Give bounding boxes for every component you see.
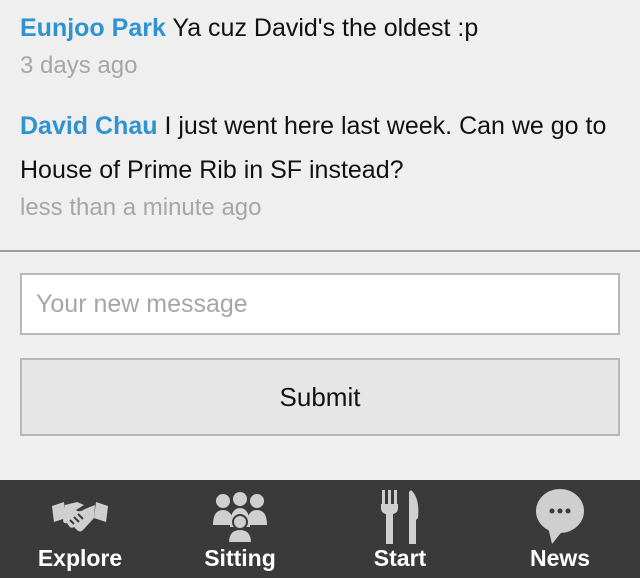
tab-start[interactable]: Start: [320, 480, 480, 578]
tab-sitting[interactable]: Sitting: [160, 480, 320, 578]
tab-label: Explore: [37, 545, 123, 571]
message-body: David Chau I just went here last week. C…: [20, 104, 620, 192]
tab-explore[interactable]: Explore: [0, 480, 160, 578]
message-list: Eunjoo Park Ya cuz David's the oldest :p…: [0, 0, 640, 250]
tab-news[interactable]: News: [480, 480, 640, 578]
message-text: Ya cuz David's the oldest :p: [172, 14, 479, 42]
message-input[interactable]: [20, 273, 620, 335]
tab-label: Start: [373, 545, 427, 571]
message-timestamp: 3 days ago: [20, 52, 138, 79]
group-icon: [211, 488, 269, 546]
message-item: David Chau I just went here last week. C…: [20, 104, 620, 224]
message-body: Eunjoo Park Ya cuz David's the oldest :p: [20, 6, 620, 50]
speech-bubble-icon: [534, 488, 586, 546]
tab-bar: Explore Sitting Start News: [0, 480, 640, 578]
tab-label: Sitting: [204, 545, 276, 571]
message-author[interactable]: Eunjoo Park: [20, 14, 166, 42]
message-item: Eunjoo Park Ya cuz David's the oldest :p…: [20, 6, 620, 82]
tab-label: News: [529, 545, 591, 571]
message-timestamp: less than a minute ago: [20, 194, 262, 221]
submit-button[interactable]: Submit: [20, 358, 620, 436]
handshake-icon: [50, 488, 110, 546]
message-author[interactable]: David Chau: [20, 112, 158, 140]
fork-knife-icon: [378, 488, 422, 546]
divider: [0, 250, 640, 252]
